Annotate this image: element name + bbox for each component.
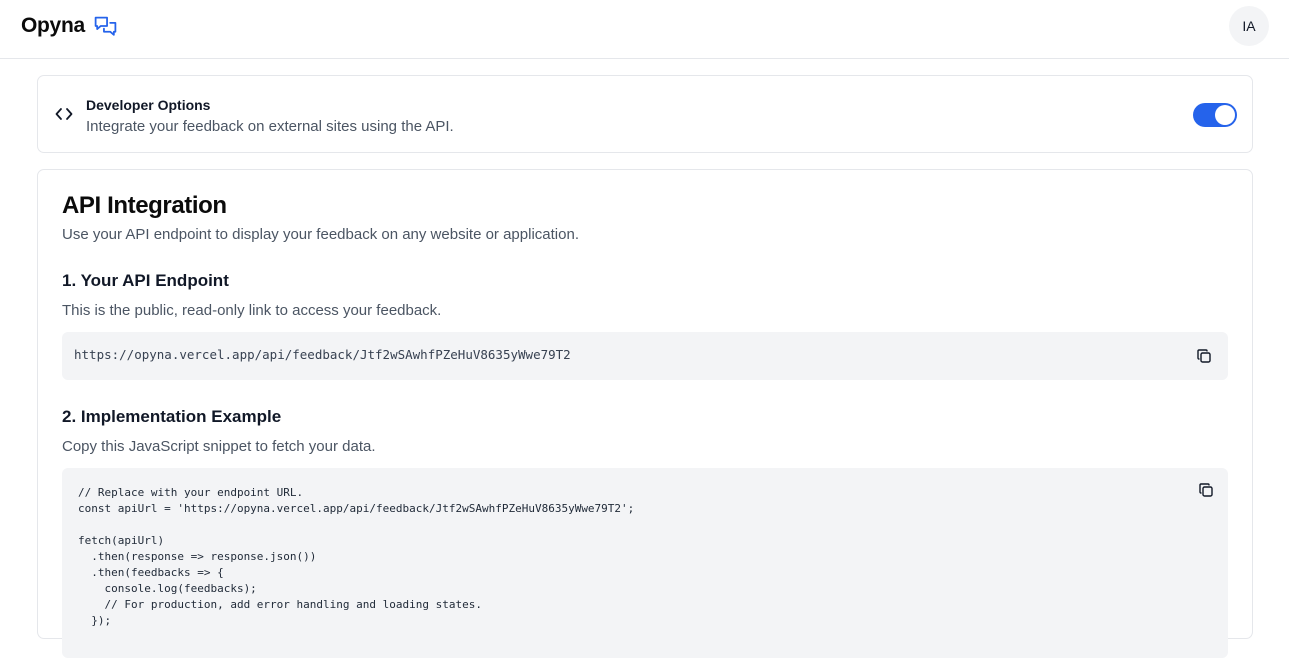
- developer-options-title: Developer Options: [86, 97, 211, 113]
- endpoint-section-description: This is the public, read-only link to ac…: [62, 302, 442, 319]
- avatar-initials: IA: [1242, 18, 1256, 34]
- developer-options-card: Developer Options Integrate your feedbac…: [37, 75, 1253, 153]
- endpoint-url-box: https://opyna.vercel.app/api/feedback/Jt…: [62, 332, 1228, 380]
- copy-endpoint-button[interactable]: [1193, 345, 1215, 367]
- app-header: Opyna IA: [0, 0, 1289, 59]
- api-integration-card: API Integration Use your API endpoint to…: [37, 169, 1253, 658]
- api-integration-title: API Integration: [62, 192, 227, 219]
- user-avatar[interactable]: IA: [1229, 6, 1269, 46]
- brand-name: Opyna: [21, 14, 85, 37]
- code-snippet[interactable]: // Replace with your endpoint URL. const…: [78, 485, 634, 629]
- code-snippet-box: // Replace with your endpoint URL. const…: [62, 468, 1228, 658]
- developer-options-toggle[interactable]: [1193, 103, 1237, 127]
- implementation-section-title: 2. Implementation Example: [62, 407, 282, 426]
- copy-icon: [1199, 483, 1213, 497]
- implementation-section-description: Copy this JavaScript snippet to fetch yo…: [62, 438, 376, 455]
- api-integration-subtitle: Use your API endpoint to display your fe…: [62, 226, 579, 243]
- endpoint-section-title: 1. Your API Endpoint: [62, 271, 229, 290]
- endpoint-url[interactable]: https://opyna.vercel.app/api/feedback/Jt…: [74, 347, 571, 362]
- chat-bubbles-icon: [94, 16, 117, 36]
- brand[interactable]: Opyna: [21, 13, 118, 39]
- copy-code-button[interactable]: [1195, 479, 1217, 501]
- developer-options-description: Integrate your feedback on external site…: [86, 118, 454, 135]
- toggle-knob: [1215, 105, 1235, 125]
- copy-icon: [1197, 349, 1211, 363]
- code-brackets-icon: [55, 108, 73, 120]
